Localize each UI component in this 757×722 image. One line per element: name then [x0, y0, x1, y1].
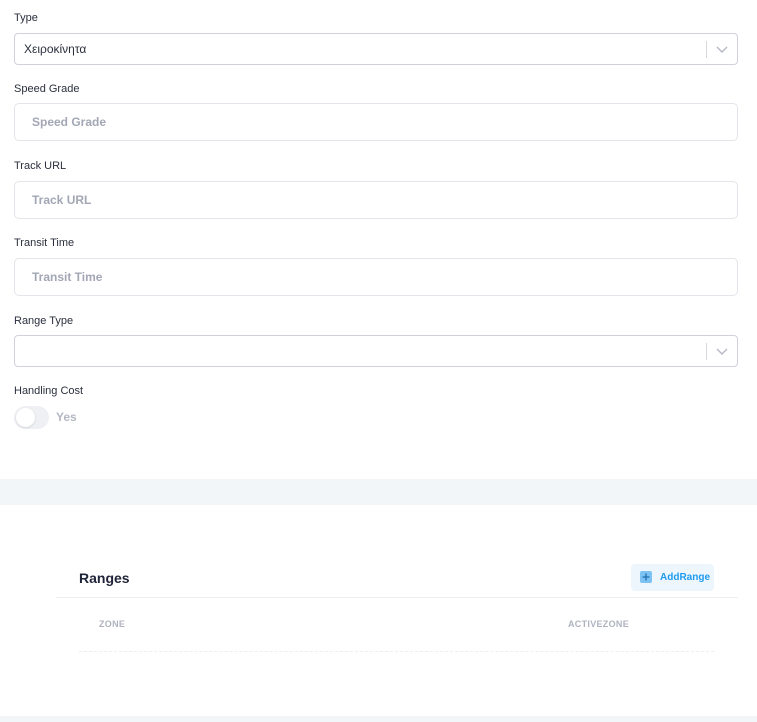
- add-range-button[interactable]: AddRange: [631, 564, 714, 591]
- select-separator: [706, 343, 707, 360]
- type-label: Type: [14, 12, 38, 24]
- section-divider-band: [0, 479, 757, 505]
- toggle-knob: [16, 408, 35, 427]
- speed-grade-input[interactable]: [14, 103, 738, 141]
- speed-grade-label: Speed Grade: [14, 83, 80, 95]
- transit-time-label: Transit Time: [14, 237, 75, 249]
- table-row-separator: [79, 651, 714, 652]
- track-url-label: Track URL: [14, 160, 67, 172]
- select-separator: [706, 41, 707, 58]
- type-select[interactable]: Χειροκίνητα: [14, 33, 738, 65]
- track-url-input[interactable]: [14, 181, 738, 219]
- bottom-band: [0, 716, 757, 722]
- ranges-header-divider: [56, 597, 738, 598]
- add-range-label: AddRange: [660, 572, 710, 583]
- handling-cost-toggle[interactable]: [14, 406, 49, 429]
- ranges-title: Ranges: [79, 570, 130, 586]
- plus-square-icon: [640, 571, 652, 583]
- range-type-label: Range Type: [14, 315, 74, 327]
- transit-time-input[interactable]: [14, 258, 738, 296]
- chevron-down-icon[interactable]: [715, 344, 729, 358]
- column-header-activezone[interactable]: ACTIVEZONE: [568, 619, 629, 629]
- chevron-down-icon[interactable]: [715, 42, 729, 56]
- type-select-value: Χειροκίνητα: [24, 42, 87, 56]
- column-header-zone[interactable]: ZONE: [99, 619, 125, 629]
- handling-cost-toggle-label: Yes: [56, 410, 77, 424]
- handling-cost-label: Handling Cost: [14, 385, 84, 397]
- range-type-select[interactable]: [14, 335, 738, 367]
